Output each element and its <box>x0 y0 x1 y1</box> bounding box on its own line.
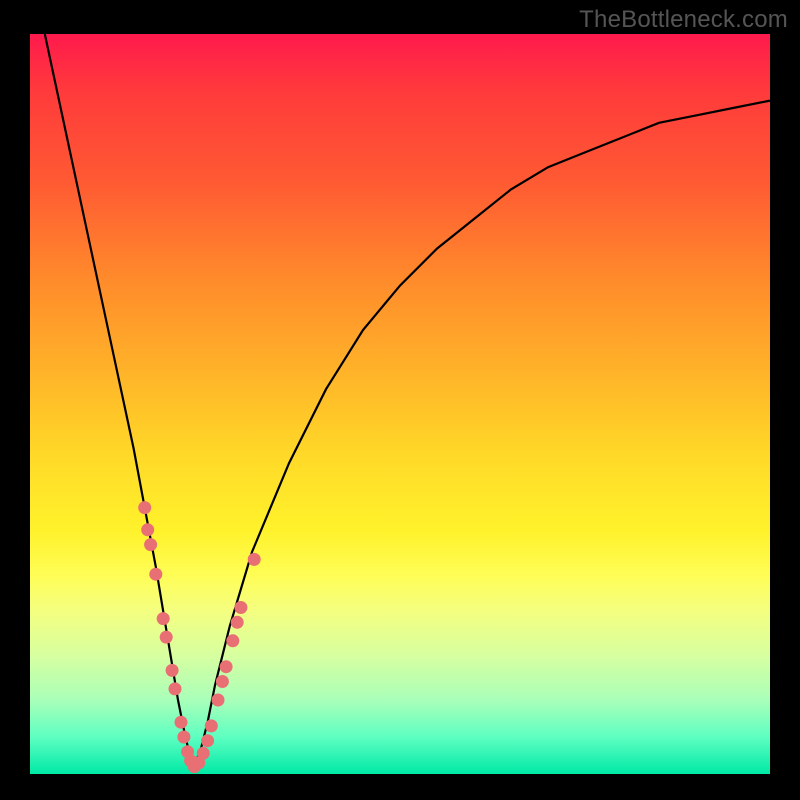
data-marker <box>166 664 179 677</box>
data-marker <box>226 634 239 647</box>
data-marker <box>234 601 247 614</box>
chart-svg <box>30 34 770 774</box>
data-marker <box>138 501 151 514</box>
markers-group <box>138 501 261 773</box>
plot-area <box>30 34 770 774</box>
data-marker <box>216 675 229 688</box>
data-marker <box>141 523 154 536</box>
data-marker <box>231 616 244 629</box>
data-marker <box>212 694 225 707</box>
data-marker <box>220 660 233 673</box>
data-marker <box>177 731 190 744</box>
data-marker <box>149 568 162 581</box>
data-marker <box>160 631 173 644</box>
data-marker <box>201 734 214 747</box>
data-marker <box>197 747 210 760</box>
data-marker <box>248 553 261 566</box>
watermark-text: TheBottleneck.com <box>579 6 788 34</box>
bottleneck-curve <box>45 34 770 767</box>
data-marker <box>144 538 157 551</box>
data-marker <box>157 612 170 625</box>
data-marker <box>205 719 218 732</box>
data-marker <box>175 716 188 729</box>
data-marker <box>169 682 182 695</box>
